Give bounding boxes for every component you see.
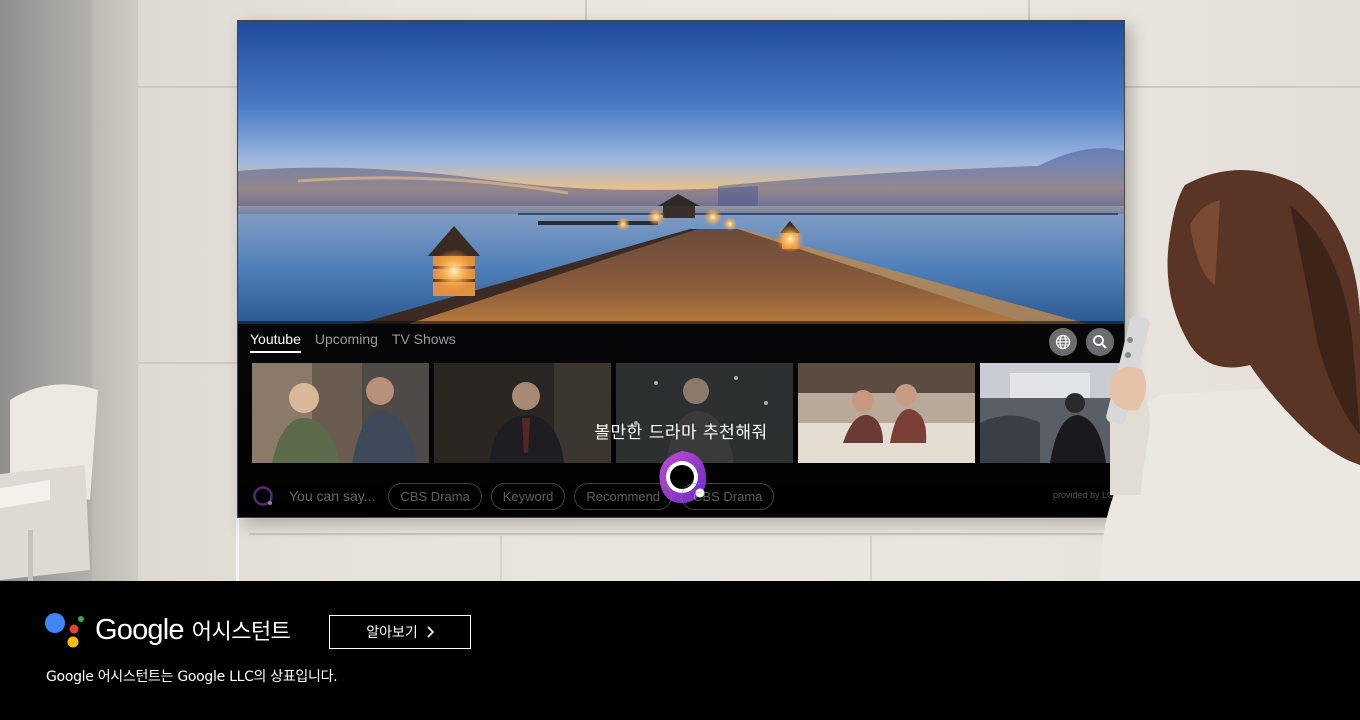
- suggestion-chip[interactable]: CBS Drama: [681, 482, 775, 510]
- voice-query-text: 볼만한 드라마 추천해줘: [594, 423, 768, 443]
- suggestion-chip[interactable]: Recommend: [574, 482, 673, 510]
- voice-ring-icon: [253, 486, 273, 506]
- content-thumbnail[interactable]: [252, 363, 429, 463]
- tab-tv-shows[interactable]: TV Shows: [392, 331, 456, 353]
- tab-upcoming[interactable]: Upcoming: [315, 331, 378, 353]
- google-assistant-brand: Google 어시스턴트: [44, 611, 291, 649]
- learn-more-button[interactable]: 알아보기: [329, 615, 471, 649]
- content-tabs: Youtube Upcoming TV Shows: [250, 331, 456, 353]
- globe-icon: [1055, 334, 1071, 350]
- suggestion-chip[interactable]: CBS Drama: [388, 482, 482, 510]
- trademark-notice: Google 어시스턴트는 Google LLC의 상표입니다.: [46, 669, 338, 685]
- you-can-say-label: You can say...: [289, 488, 376, 504]
- tile-seam: [1028, 0, 1030, 20]
- woman-with-remote: [1100, 170, 1360, 581]
- tab-youtube[interactable]: Youtube: [250, 331, 301, 353]
- chair: [0, 384, 98, 581]
- tile-seam: [585, 0, 587, 20]
- assistant-wordmark: 어시스턴트: [191, 620, 291, 645]
- content-thumbnail[interactable]: [798, 363, 975, 463]
- google-wordmark: Google: [95, 613, 185, 646]
- globe-button[interactable]: [1049, 328, 1077, 356]
- tv-stand: [236, 516, 1142, 581]
- content-thumbnail[interactable]: [616, 363, 793, 463]
- chevron-right-icon: [427, 626, 434, 638]
- google-assistant-logo-icon: [45, 613, 84, 648]
- tile-seam: [138, 86, 237, 88]
- living-room-scene: Youtube Upcoming TV Shows 볼만한 드라마 추천해줘 Y…: [0, 0, 1360, 581]
- tile-seam: [138, 362, 237, 364]
- tile-seam: [1123, 86, 1360, 88]
- suggestion-chip[interactable]: Keyword: [490, 482, 566, 510]
- content-row: [252, 363, 1124, 463]
- voice-suggestions: You can say... CBS Drama Keyword Recomme…: [252, 481, 1124, 511]
- content-thumbnail[interactable]: [434, 363, 611, 463]
- tv-screen: Youtube Upcoming TV Shows 볼만한 드라마 추천해줘 Y…: [237, 20, 1125, 518]
- promo-banner: Google 어시스턴트 알아보기 Google 어시스턴트는 Google L…: [0, 581, 1360, 720]
- learn-more-label: 알아보기: [366, 625, 418, 641]
